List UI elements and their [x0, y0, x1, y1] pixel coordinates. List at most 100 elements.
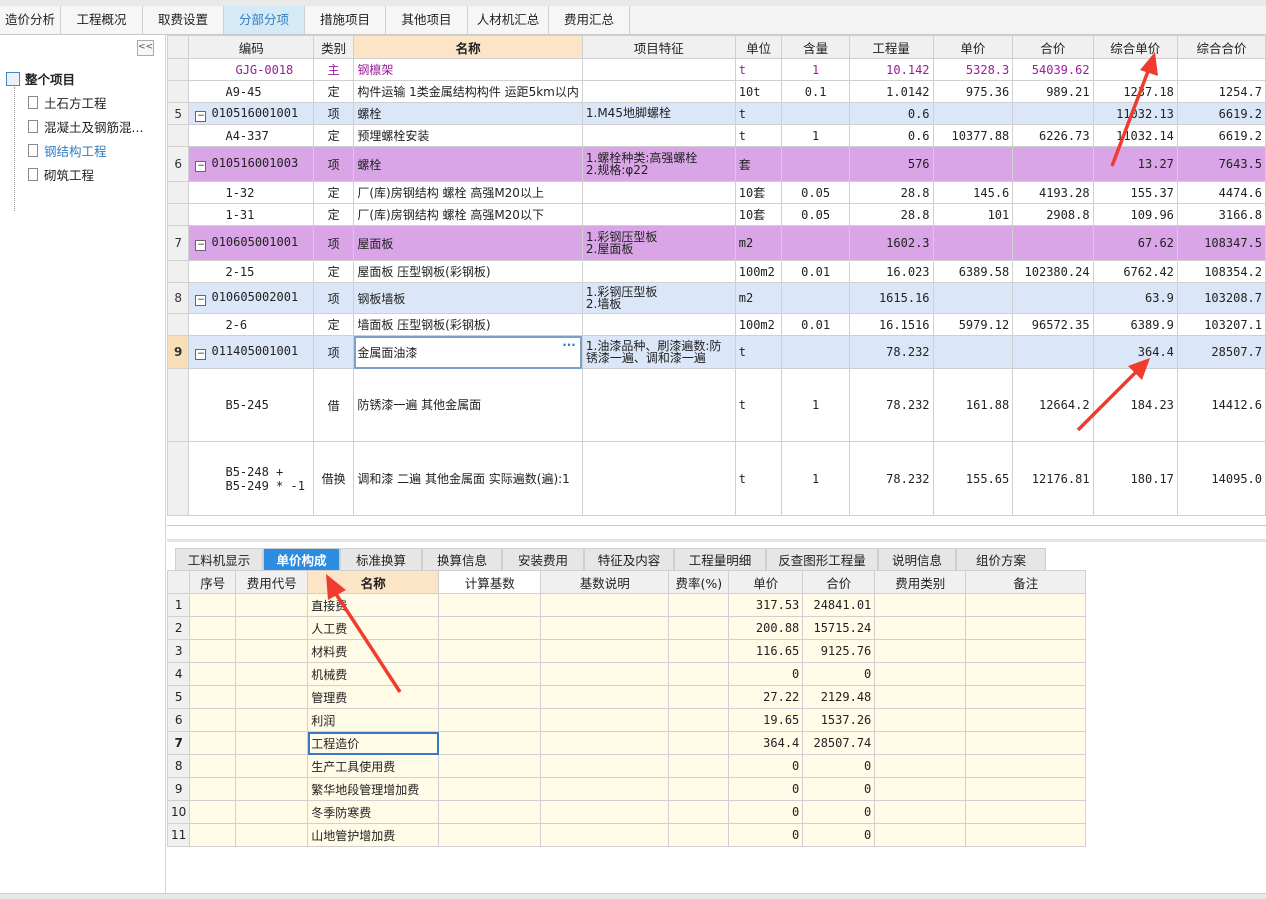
cell-total[interactable]: 96572.35 [1012, 313, 1094, 336]
row-number[interactable] [167, 441, 190, 516]
table-row[interactable]: B5-245 借 防锈漆一遍 其他金属面 t 1 78.232 161.88 12664.2 1… [167, 368, 1266, 442]
cell-qty_ratio[interactable]: 0.1 [781, 80, 850, 103]
cell-comp_price[interactable]: 6762.42 [1092, 260, 1178, 283]
cell-base-desc[interactable] [540, 731, 670, 755]
table-row[interactable]: 5−010516001001 项 螺栓 1.M45地脚螺栓 t 0.6 11032.13 66… [167, 102, 1266, 125]
cell-fee-type[interactable] [874, 708, 967, 732]
row-number[interactable] [167, 124, 190, 147]
cell-price[interactable]: 5328.3 [932, 58, 1014, 81]
cell-comp_total[interactable]: 103208.7 [1176, 282, 1266, 314]
cell-remark[interactable] [965, 708, 1087, 732]
cell-qty_ratio[interactable]: 1 [781, 124, 850, 147]
cell-fee-type[interactable] [874, 823, 967, 847]
cell-qty_ratio[interactable]: 1 [781, 441, 850, 516]
cell-type[interactable]: 主 [313, 58, 355, 81]
cell-comp_price[interactable]: 155.37 [1092, 181, 1178, 204]
cell-code[interactable]: −010605002001 [188, 282, 315, 314]
cell-rate[interactable] [668, 777, 730, 801]
cell-price[interactable] [932, 225, 1014, 261]
cell-rate[interactable] [668, 639, 730, 663]
cell-total[interactable]: 6226.73 [1012, 124, 1094, 147]
table-row[interactable]: A4-337 定 预埋螺栓安装 t 1 0.6 10377.88 6226.73 11032.1… [167, 124, 1266, 147]
cell-name[interactable]: 厂(库)房钢结构 螺栓 高强M20以上 [353, 181, 583, 204]
cell-unit-price[interactable]: 0 [728, 823, 804, 847]
table-row[interactable]: 11 山地管护增加费 0 0 [166, 823, 1087, 847]
row-number[interactable] [167, 58, 190, 81]
cell-qty_ratio[interactable]: 0.01 [781, 313, 850, 336]
cell-code[interactable]: 2-6 [188, 313, 315, 336]
row-number[interactable]: 2 [166, 616, 191, 640]
sub-column-header-2[interactable]: 名称 [307, 570, 440, 594]
cell-quantity[interactable]: 0.6 [848, 124, 934, 147]
sub-column-header-1[interactable]: 费用代号 [235, 570, 309, 594]
cell-rate[interactable] [668, 616, 730, 640]
cell-feature[interactable]: 1.油漆品种、刷漆遍数:防锈漆一遍、调和漆一遍 [581, 335, 736, 369]
cell-feature[interactable]: 1.M45地脚螺栓 [581, 102, 736, 125]
cell-feature[interactable]: 1.彩钢压型板 2.屋面板 [581, 225, 736, 261]
cell-fee-code[interactable] [235, 708, 309, 732]
table-row[interactable]: 9 繁华地段管理增加费 0 0 [166, 777, 1087, 801]
cell-seq[interactable] [189, 639, 237, 663]
cell-unit[interactable]: t [734, 124, 783, 147]
sub-column-header-4[interactable]: 基数说明 [540, 570, 670, 594]
cell-name[interactable]: 构件运输 1类金属结构构件 运距5km以内 [353, 80, 583, 103]
cell-name[interactable]: 钢板墙板 [353, 282, 583, 314]
cell-remark[interactable] [965, 616, 1087, 640]
cell-unit[interactable]: 10套 [734, 181, 783, 204]
collapse-toggle-icon[interactable]: − [195, 240, 207, 251]
cell-fee-type[interactable] [874, 685, 967, 709]
cell-code[interactable]: 1-32 [188, 181, 315, 204]
cell-price[interactable]: 145.6 [932, 181, 1014, 204]
cell-fee-type[interactable] [874, 639, 967, 663]
cell-quantity[interactable]: 1.0142 [848, 80, 934, 103]
row-number[interactable]: 1 [166, 593, 191, 617]
cell-base-desc[interactable] [540, 708, 670, 732]
row-number[interactable] [167, 181, 190, 204]
top-tab-7[interactable]: 费用汇总 [549, 6, 630, 34]
cell-feature[interactable] [581, 203, 736, 226]
row-number[interactable]: 9 [167, 335, 190, 369]
row-number[interactable] [167, 80, 190, 103]
cell-quantity[interactable]: 78.232 [848, 441, 934, 516]
cell-total[interactable]: 24841.01 [802, 593, 876, 617]
cell-seq[interactable] [189, 685, 237, 709]
cell-comp_total[interactable]: 108354.2 [1176, 260, 1266, 283]
cell-fee-code[interactable] [235, 616, 309, 640]
cell-qty_ratio[interactable]: 1 [781, 368, 850, 442]
row-number[interactable]: 3 [166, 639, 191, 663]
cell-unit[interactable]: t [734, 58, 783, 81]
cell-feature[interactable]: 1.螺栓种类:高强螺栓 2.规格:φ22 [581, 146, 736, 182]
cell-total[interactable]: 0 [802, 662, 876, 686]
cell-total[interactable]: 2908.8 [1012, 203, 1094, 226]
cell-unit-price[interactable]: 0 [728, 777, 804, 801]
cell-price[interactable] [932, 335, 1014, 369]
cell-qty_ratio[interactable] [781, 102, 850, 125]
cell-calc-base[interactable] [438, 731, 542, 755]
unit-price-composition-grid[interactable]: 序号 费用代号 名称 计算基数 基数说明 费率(%) 单价 合价 费用类别 备注 1 直接费 317.… [166, 570, 1087, 847]
cell-unit-price[interactable]: 27.22 [728, 685, 804, 709]
cell-unit[interactable]: 100m2 [734, 313, 783, 336]
cell-code[interactable]: GJG-0018 [188, 58, 315, 81]
cell-total[interactable]: 0 [802, 800, 876, 824]
table-row[interactable]: 5 管理费 27.22 2129.48 [166, 685, 1087, 709]
cell-code[interactable]: −010516001003 [188, 146, 315, 182]
table-row[interactable]: 6 利润 19.65 1537.26 [166, 708, 1087, 732]
cell-unit[interactable]: 100m2 [734, 260, 783, 283]
cell-comp_total[interactable]: 108347.5 [1176, 225, 1266, 261]
cell-seq[interactable] [189, 616, 237, 640]
sub-column-header-5[interactable]: 费率(%) [668, 570, 730, 594]
cell-calc-base[interactable] [438, 593, 542, 617]
cell-comp_total[interactable]: 14095.0 [1176, 441, 1266, 516]
sub-column-header-7[interactable]: 合价 [802, 570, 876, 594]
cell-total[interactable]: 989.21 [1012, 80, 1094, 103]
cell-feature[interactable]: 1.彩钢压型板 2.墙板 [581, 282, 736, 314]
cell-feature[interactable] [581, 58, 736, 81]
cell-unit-price[interactable]: 200.88 [728, 616, 804, 640]
cell-name[interactable]: 生产工具使用费 [307, 754, 440, 778]
column-header-4[interactable]: 单位 [734, 35, 783, 59]
cell-type[interactable]: 项 [313, 102, 355, 125]
cell-comp_price[interactable]: 184.23 [1092, 368, 1178, 442]
cell-price[interactable]: 975.36 [932, 80, 1014, 103]
cell-calc-base[interactable] [438, 800, 542, 824]
tree-item-2[interactable]: 钢结构工程 [28, 141, 107, 160]
